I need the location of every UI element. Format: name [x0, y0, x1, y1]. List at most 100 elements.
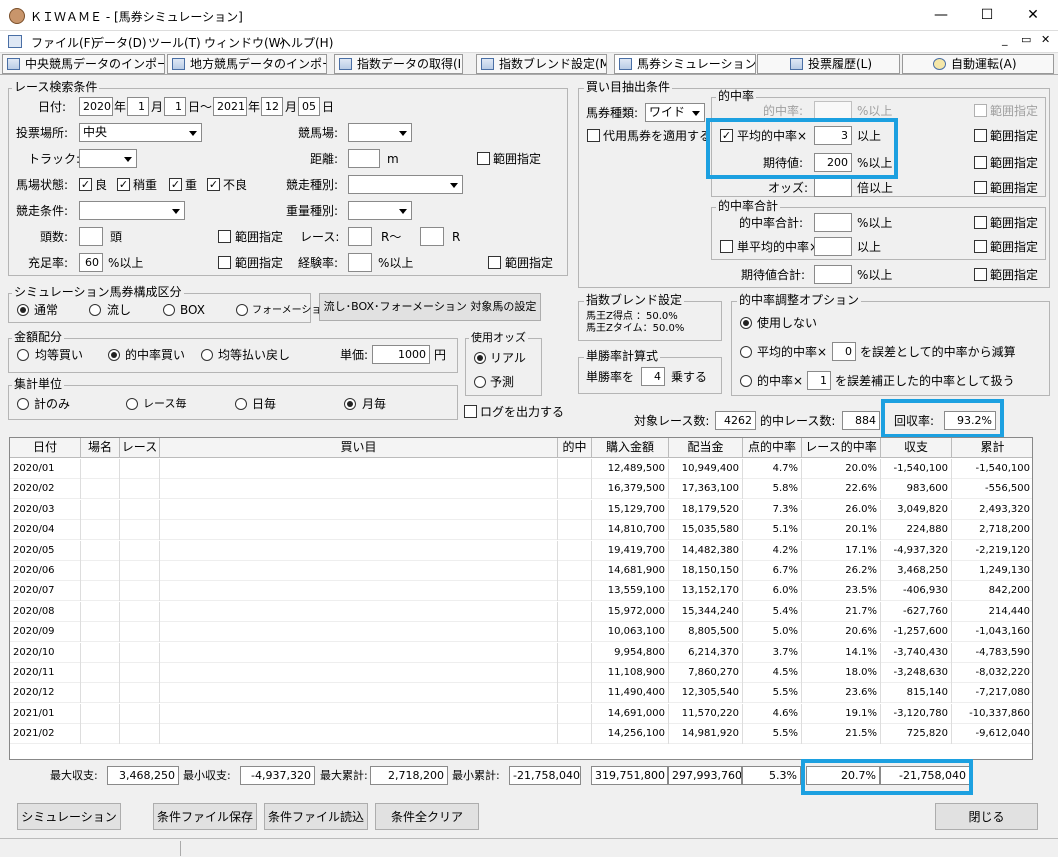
- agg-total-radio[interactable]: [17, 398, 29, 410]
- cond-yielding-checkbox[interactable]: [117, 178, 130, 191]
- minimize-icon[interactable]: —: [918, 0, 964, 31]
- table-row[interactable]: 2020/03 15,129,700 18,179,520 7.3% 26.0% 3,04…: [10, 499, 1032, 520]
- adjust-none-radio[interactable]: [740, 317, 752, 329]
- sim-normal-radio[interactable]: [17, 304, 29, 316]
- agg-day-radio[interactable]: [235, 398, 247, 410]
- col-place[interactable]: 場名: [81, 438, 120, 458]
- col-race[interactable]: レース: [120, 438, 160, 458]
- race-type-select[interactable]: [348, 175, 463, 194]
- agg-race-radio[interactable]: [126, 398, 138, 410]
- weight-select[interactable]: [348, 201, 412, 220]
- course-select[interactable]: [348, 123, 412, 142]
- sim-nagashi-radio[interactable]: [89, 304, 101, 316]
- place-select[interactable]: 中央: [79, 123, 202, 142]
- maximize-icon[interactable]: ☐: [964, 0, 1010, 31]
- tab-betting-simulation[interactable]: 馬券シミュレーション(B): [614, 54, 756, 74]
- col-balance[interactable]: 収支: [881, 438, 952, 458]
- exp-input[interactable]: [348, 253, 372, 272]
- table-row[interactable]: 2020/01 12,489,500 10,949,400 4.7% 20.0% -1,5…: [10, 459, 1032, 479]
- tab-central-import[interactable]: 中央競馬データのインポート(J): [2, 54, 165, 74]
- cond-good-checkbox[interactable]: [79, 178, 92, 191]
- avg-range-checkbox[interactable]: [974, 129, 987, 142]
- fill-input[interactable]: 60: [79, 253, 103, 272]
- adjust-correct-radio[interactable]: [740, 375, 752, 387]
- expect-sum-input[interactable]: [814, 265, 852, 284]
- table-row[interactable]: 2020/08 15,972,000 15,344,240 5.4% 21.7% -627…: [10, 601, 1032, 622]
- table-row[interactable]: 2020/11 11,108,900 7,860,270 4.5% 18.0% -3,24…: [10, 663, 1032, 683]
- menu-window[interactable]: ウィンドウ(W): [204, 34, 285, 51]
- tab-vote-history[interactable]: 投票履歴(L): [757, 54, 900, 74]
- money-hit-radio[interactable]: [108, 349, 120, 361]
- close-button[interactable]: 閉じる: [935, 803, 1038, 830]
- simulation-button[interactable]: シミュレーション: [17, 803, 121, 830]
- race-to-input[interactable]: [420, 227, 444, 246]
- results-table[interactable]: 日付 場名 レース 買い目 的中 購入金額 配当金 点的中率 レース的中率 収支…: [9, 437, 1033, 760]
- sum-range-checkbox[interactable]: [974, 216, 987, 229]
- fill-range-checkbox[interactable]: [218, 256, 231, 269]
- money-equal-radio[interactable]: [17, 349, 29, 361]
- tab-auto-run[interactable]: 自動運転(A): [902, 54, 1054, 74]
- exp-range-checkbox[interactable]: [488, 256, 501, 269]
- agg-month-radio[interactable]: [344, 398, 356, 410]
- tab-index-blend[interactable]: 指数ブレンド設定(M): [476, 54, 607, 74]
- table-row[interactable]: 2020/05 19,419,700 14,482,380 4.2% 17.1% -4,9…: [10, 540, 1032, 561]
- sim-box-radio[interactable]: [163, 304, 175, 316]
- target-horse-setting-button[interactable]: 流し･BOX･フォーメーション 対象馬の設定: [319, 293, 541, 321]
- cond-heavy-checkbox[interactable]: [169, 178, 182, 191]
- odds-real-radio[interactable]: [474, 352, 486, 364]
- from-day-input[interactable]: 1: [164, 97, 186, 116]
- table-row[interactable]: 2020/04 14,810,700 15,035,580 5.1% 20.1% 224,…: [10, 520, 1032, 541]
- to-day-input[interactable]: 05: [298, 97, 320, 116]
- table-row[interactable]: 2021/01 14,691,000 11,570,220 4.6% 19.1% -3,1…: [10, 703, 1032, 724]
- calc-power-input[interactable]: 4: [641, 367, 665, 386]
- to-year-input[interactable]: 2021: [213, 97, 247, 116]
- table-row[interactable]: 2021/02 14,256,100 14,981,920 5.5% 21.5% 725,…: [10, 724, 1032, 745]
- table-row[interactable]: 2020/10 9,954,800 6,214,370 3.7% 14.1% -3,740…: [10, 642, 1032, 663]
- col-point-hit[interactable]: 点的中率: [743, 438, 802, 458]
- menu-file[interactable]: ファイル(F): [31, 34, 95, 51]
- tab-index-fetch[interactable]: 指数データの取得(I): [334, 54, 463, 74]
- col-hit[interactable]: 的中: [558, 438, 592, 458]
- col-bets[interactable]: 買い目: [160, 438, 558, 458]
- col-cumulative[interactable]: 累計: [952, 438, 1032, 458]
- heads-range-checkbox[interactable]: [218, 230, 231, 243]
- to-month-input[interactable]: 12: [261, 97, 283, 116]
- clear-conditions-button[interactable]: 条件全クリア: [375, 803, 479, 830]
- race-from-input[interactable]: [348, 227, 372, 246]
- odds-filter-input[interactable]: [814, 178, 852, 197]
- hit-sum-input[interactable]: [814, 213, 852, 232]
- money-payout-radio[interactable]: [201, 349, 213, 361]
- expsum-range-checkbox[interactable]: [974, 268, 987, 281]
- odds-range-checkbox[interactable]: [974, 181, 987, 194]
- single-range-checkbox[interactable]: [974, 240, 987, 253]
- heads-input[interactable]: [79, 227, 103, 246]
- substitute-checkbox[interactable]: [587, 129, 600, 142]
- table-row[interactable]: 2020/06 14,681,900 18,150,150 6.7% 26.2% 3,46…: [10, 561, 1032, 581]
- table-row[interactable]: 2020/07 13,559,100 13,152,170 6.0% 23.5% -406…: [10, 581, 1032, 602]
- close-icon[interactable]: ✕: [1010, 0, 1056, 31]
- sim-formation-radio[interactable]: [236, 304, 248, 316]
- adjust-subtract-radio[interactable]: [740, 346, 752, 358]
- menu-help[interactable]: ヘルプ(H): [279, 34, 333, 51]
- col-payout[interactable]: 配当金: [669, 438, 743, 458]
- from-year-input[interactable]: 2020: [79, 97, 113, 116]
- from-month-input[interactable]: 1: [127, 97, 149, 116]
- mdi-minimize-icon[interactable]: _: [1002, 33, 1008, 46]
- expect-range-checkbox[interactable]: [974, 156, 987, 169]
- menu-tools[interactable]: ツール(T): [148, 34, 201, 51]
- log-output-checkbox[interactable]: [464, 405, 477, 418]
- table-row[interactable]: 2020/02 16,379,500 17,363,100 5.8% 22.6% 983,…: [10, 479, 1032, 500]
- menu-data[interactable]: データ(D): [92, 34, 147, 51]
- odds-predict-radio[interactable]: [474, 376, 486, 388]
- distance-range-checkbox[interactable]: [477, 152, 490, 165]
- track-select[interactable]: [79, 149, 137, 168]
- cond-bad-checkbox[interactable]: [207, 178, 220, 191]
- hit-range-checkbox[interactable]: [974, 104, 987, 117]
- load-conditions-button[interactable]: 条件ファイル読込: [264, 803, 368, 830]
- single-avg-checkbox[interactable]: [720, 240, 733, 253]
- distance-input[interactable]: [348, 149, 380, 168]
- single-avg-input[interactable]: [814, 237, 852, 256]
- adjust-subtract-input[interactable]: 0: [832, 342, 856, 361]
- col-race-hit[interactable]: レース的中率: [802, 438, 881, 458]
- unit-price-input[interactable]: 1000: [372, 345, 430, 364]
